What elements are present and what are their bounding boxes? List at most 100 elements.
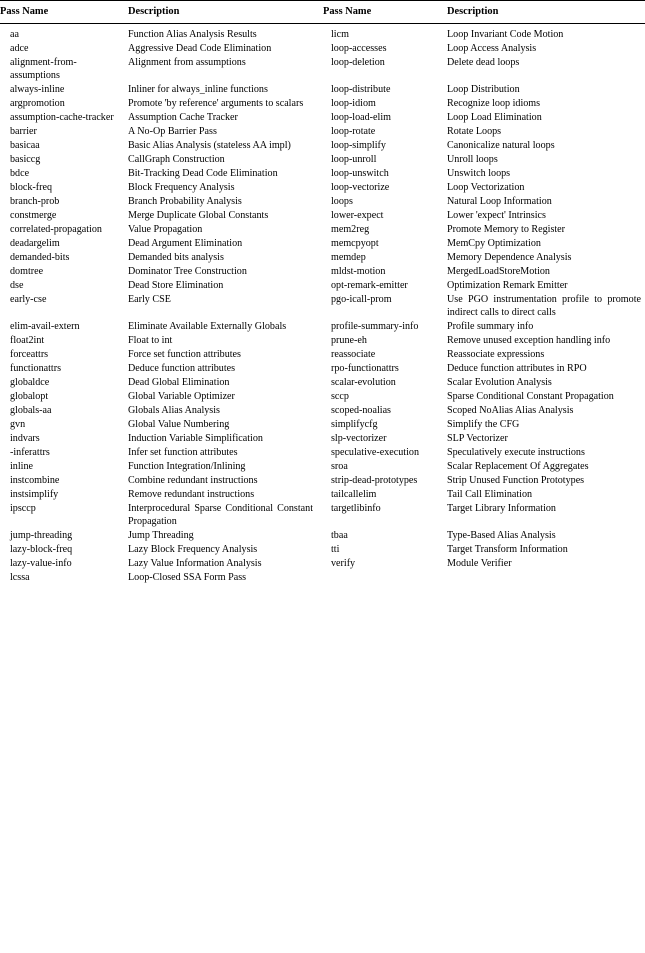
table-row: domtree Dominator Tree Construction mldst-… [0,265,645,279]
description-left: Remove redundant instructions [128,488,255,500]
description-right: SLP Vectorizer [447,432,508,444]
pass-name-right: scoped-noalias [331,404,391,416]
description-right [447,571,645,585]
description-left: Jump Threading [128,529,194,541]
description-left: Globals Alias Analysis [128,404,220,416]
description-left: Interprocedural Sparse Conditional Const… [128,502,313,527]
description-right: Remove unused exception handling info [447,334,611,346]
description-right: Simplify the CFG [447,418,520,430]
description-right: Speculatively execute instructions [447,446,585,458]
pass-name-right: tbaa [331,529,348,541]
description-right: Strip Unused Function Prototypes [447,474,585,486]
description-right: Unroll loops [447,154,498,166]
description-left: Value Propagation [128,224,203,236]
table-row: always-inline Inliner for always_inline f… [0,83,645,97]
table-header: Pass Name Description Pass Name Descript… [0,0,645,24]
column-header-pass-name-right: Pass Name [323,6,372,17]
table-row: demanded-bits Demanded bits analysis memde… [0,251,645,265]
pass-name-left: block-freq [10,182,53,194]
description-left: Force set function attributes [128,348,241,360]
pass-name-left: alignment-from-assumptions [10,57,77,82]
description-right: Delete dead loops [447,57,520,69]
pass-name-left: bdce [10,168,30,180]
table-row: lazy-block-freq Lazy Block Frequency Anal… [0,543,645,557]
pass-name-left: assumption-cache-tracker [10,112,114,124]
table-row: deadargelim Dead Argument Elimination memc… [0,237,645,251]
table-row: bdce Bit-Tracking Dead Code Elimination lo… [0,167,645,181]
description-left: Dead Global Elimination [128,376,230,388]
description-left: Loop-Closed SSA Form Pass [128,571,247,583]
table-row: jump-threading Jump Threading tbaa Type-Bas… [0,529,645,543]
description-left: Global Variable Optimizer [128,390,235,402]
column-header-pass-name-left: Pass Name [0,6,49,17]
pass-name-left: lazy-value-info [10,557,72,569]
description-left: Lazy Value Information Analysis [128,557,262,569]
table-row: globaldce Dead Global Elimination scalar-e… [0,376,645,390]
description-right: Rotate Loops [447,126,502,138]
pass-name-left: dse [10,280,24,292]
description-left: Lazy Block Frequency Analysis [128,543,258,555]
pass-name-left: globalopt [10,390,49,402]
description-left: Dead Argument Elimination [128,238,243,250]
table-row: branch-prob Branch Probability Analysis lo… [0,195,645,209]
table-row: assumption-cache-tracker Assumption Cache… [0,111,645,125]
pass-name-left: instcombine [10,474,60,486]
description-right: Scalar Evolution Analysis [447,376,552,388]
pass-name-left: domtree [10,266,44,278]
pass-name-right: tailcallelim [331,488,377,500]
pass-name-left: basiccg [10,154,41,166]
pass-name-right: tti [331,543,340,555]
description-left: Block Frequency Analysis [128,182,235,194]
pass-name-left: -inferattrs [10,446,50,458]
pass-name-left: argpromotion [10,98,65,110]
pass-name-right: reassociate [331,348,376,360]
pass-name-left: inline [10,460,33,472]
llvm-pass-table: Pass Name Description Pass Name Descript… [0,0,645,585]
pass-name-left: adce [10,43,29,55]
pass-name-right: slp-vectorizer [331,432,387,444]
table-row: inline Function Integration/Inlining sroa S… [0,460,645,474]
description-right: Memory Dependence Analysis [447,252,572,264]
table-row: alignment-from-assumptions Alignment from… [0,57,645,84]
description-left: Assumption Cache Tracker [128,112,238,124]
pass-name-left: demanded-bits [10,252,70,264]
table-body: aa Function Alias Analysis Results licm Loo… [0,24,645,585]
description-right: Profile summary info [447,320,534,332]
pass-name-left: indvars [10,432,40,444]
table-row: basicaa Basic Alias Analysis (stateless A… [0,139,645,153]
table-row: lazy-value-info Lazy Value Information An… [0,557,645,571]
description-left: Inliner for always_inline functions [128,84,268,96]
pass-name-left: jump-threading [10,529,73,541]
pass-name-right: lower-expect [331,210,384,222]
description-left: A No-Op Barrier Pass [128,126,217,138]
description-right: Unswitch loops [447,168,511,180]
description-right: Use PGO instrumentation profile to promo… [447,294,641,318]
description-left: Infer set function attributes [128,446,238,458]
description-right: Tail Call Elimination [447,488,533,500]
pass-name-left: deadargelim [10,238,60,250]
description-left: Combine redundant instructions [128,474,258,486]
pass-name-right: prune-eh [331,334,367,346]
pass-name-right: strip-dead-prototypes [331,474,418,486]
table-row: lcssa Loop-Closed SSA Form Pass [0,571,645,585]
table-row: indvars Induction Variable Simplification… [0,432,645,446]
header-row: Pass Name Description Pass Name Descript… [0,0,645,24]
pass-name-right: loop-deletion [331,57,385,69]
table-row: float2int Float to int prune-eh Remove unus… [0,334,645,348]
pass-name-right: loop-rotate [331,126,376,138]
table-row: instcombine Combine redundant instruction… [0,474,645,488]
description-right: Loop Invariant Code Motion [447,29,564,41]
pass-name-left: float2int [10,334,45,346]
pass-name-left: ipsccp [10,502,36,514]
table-row: gvn Global Value Numbering simplifycfg Simp… [0,418,645,432]
pass-name-right: rpo-functionattrs [331,362,399,374]
description-right: Loop Load Elimination [447,112,542,124]
pass-name-right: profile-summary-info [331,320,419,332]
table-row: basiccg CallGraph Construction loop-unroll… [0,153,645,167]
document-page: Pass Name Description Pass Name Descript… [0,0,645,953]
description-right: Scalar Replacement Of Aggregates [447,460,589,472]
pass-name-left: correlated-propagation [10,224,102,236]
table-row: barrier A No-Op Barrier Pass loop-rotate Ro… [0,125,645,139]
description-left: Branch Probability Analysis [128,196,242,208]
pass-name-right: sccp [331,390,349,402]
